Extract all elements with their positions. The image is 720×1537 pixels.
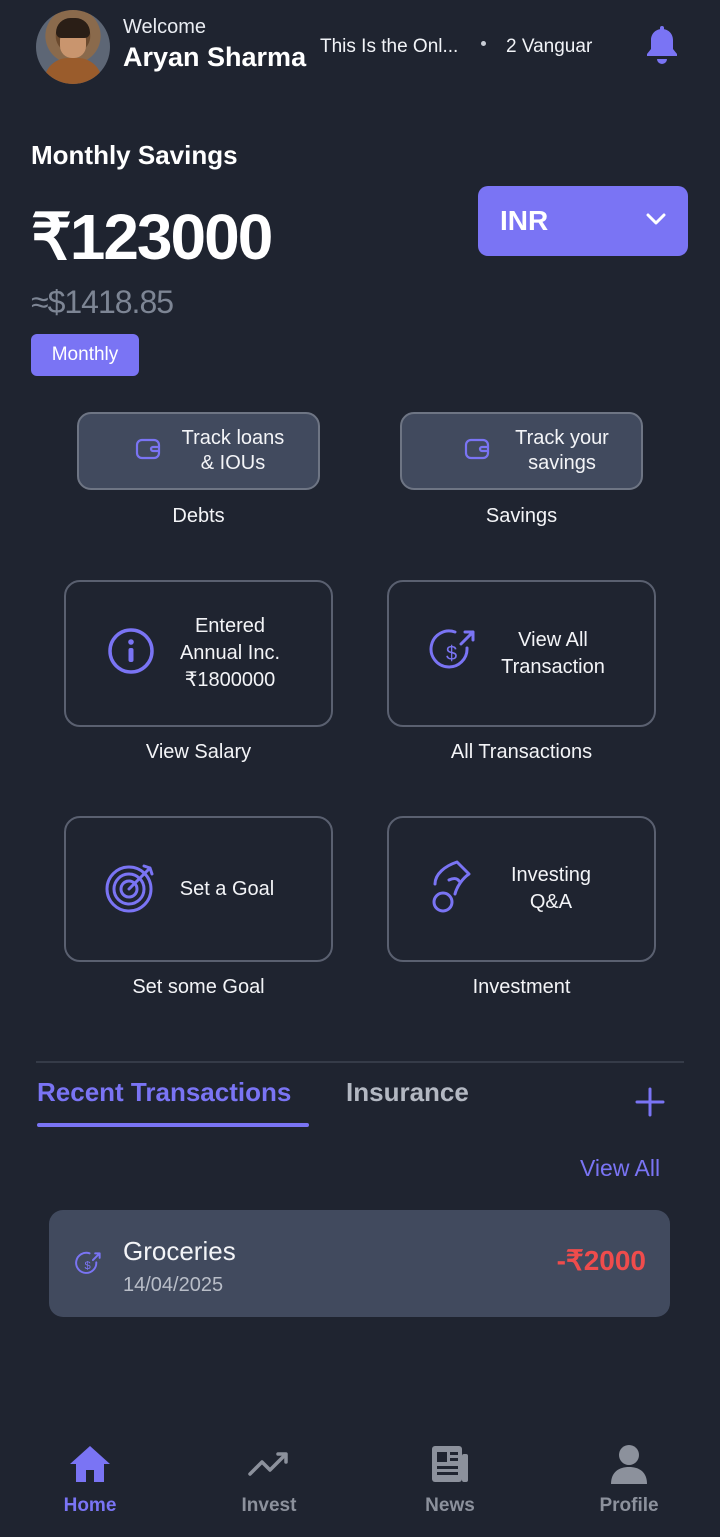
wallet-icon: [135, 437, 161, 466]
add-icon[interactable]: [634, 1086, 666, 1123]
avatar[interactable]: [36, 10, 110, 84]
track-savings-button[interactable]: Track your savings: [400, 412, 643, 490]
user-name: Aryan Sharma: [123, 42, 307, 72]
nav-news-label: News: [425, 1495, 475, 1516]
view-salary-caption: View Salary: [145, 741, 252, 763]
home-icon: [68, 1444, 112, 1489]
track-loans-button[interactable]: Track loans & IOUs: [77, 412, 320, 490]
svg-text:$: $: [446, 643, 457, 665]
welcome-text: Welcome: [123, 16, 206, 38]
wallet-icon: [464, 437, 490, 466]
set-goal-card[interactable]: Set a Goal: [64, 816, 333, 962]
debts-caption: Debts: [172, 505, 225, 527]
nav-profile[interactable]: Profile: [569, 1444, 689, 1517]
savings-amount: ₹123000: [31, 201, 273, 273]
track-savings-label: Track your savings: [515, 427, 609, 474]
notification-bell-icon[interactable]: [644, 26, 680, 71]
transaction-row[interactable]: $ Groceries 14/04/2025 -₹2000: [49, 1210, 670, 1317]
currency-label: INR: [500, 205, 549, 236]
set-some-goal-caption: Set some Goal: [132, 976, 265, 998]
monthly-savings-title: Monthly Savings: [31, 140, 238, 170]
currency-select[interactable]: INR: [478, 186, 688, 256]
investing-qa-label: Investing Q&A: [510, 864, 592, 913]
nav-home[interactable]: Home: [30, 1444, 150, 1517]
all-transactions-caption: All Transactions: [450, 741, 593, 763]
info-icon: [106, 626, 156, 681]
view-all-transaction-label: View All Transaction: [501, 628, 605, 678]
section-divider: [36, 1061, 684, 1063]
dollar-exchange-icon: $: [75, 1250, 103, 1283]
nav-invest[interactable]: Invest: [209, 1444, 329, 1517]
news-ticker-item[interactable]: This Is the Onl...: [320, 36, 458, 58]
nav-profile-label: Profile: [599, 1495, 659, 1516]
view-transactions-card[interactable]: $ View All Transaction: [387, 580, 656, 727]
target-icon: [104, 860, 158, 919]
investment-caption: Investment: [472, 976, 571, 998]
nav-home-label: Home: [63, 1495, 117, 1516]
tab-recent-transactions[interactable]: Recent Transactions: [37, 1077, 291, 1108]
trend-icon: [247, 1444, 291, 1489]
newspaper-icon: [428, 1444, 472, 1489]
transaction-name: Groceries: [123, 1236, 236, 1266]
dollar-exchange-icon: $: [429, 626, 479, 681]
investing-qa-card[interactable]: Investing Q&A: [387, 816, 656, 962]
news-ticker-item[interactable]: 2 Vanguar: [506, 36, 600, 58]
chevron-down-icon: [646, 212, 666, 230]
ticker-separator-dot: [481, 41, 486, 46]
nav-news[interactable]: News: [390, 1444, 510, 1517]
tab-insurance[interactable]: Insurance: [346, 1077, 469, 1108]
savings-caption: Savings: [485, 505, 558, 527]
active-tab-indicator: [37, 1123, 309, 1127]
view-all-link[interactable]: View All: [580, 1155, 660, 1182]
track-loans-label: Track loans & IOUs: [181, 427, 285, 474]
view-salary-card[interactable]: Entered Annual Inc. ₹1800000: [64, 580, 333, 727]
transaction-amount: -₹2000: [556, 1245, 646, 1276]
user-icon: [607, 1444, 651, 1489]
converted-amount: ≈$1418.85: [31, 284, 174, 320]
avatar-coat: [44, 58, 102, 84]
period-badge[interactable]: Monthly: [31, 334, 139, 376]
set-goal-label: Set a Goal: [179, 877, 275, 900]
avatar-hair: [56, 18, 90, 38]
money-hand-icon: [429, 858, 479, 921]
transaction-date: 14/04/2025: [123, 1274, 224, 1296]
nav-invest-label: Invest: [241, 1495, 297, 1516]
svg-text:$: $: [85, 1260, 92, 1272]
annual-income-label: Entered Annual Inc. ₹1800000: [179, 615, 281, 691]
